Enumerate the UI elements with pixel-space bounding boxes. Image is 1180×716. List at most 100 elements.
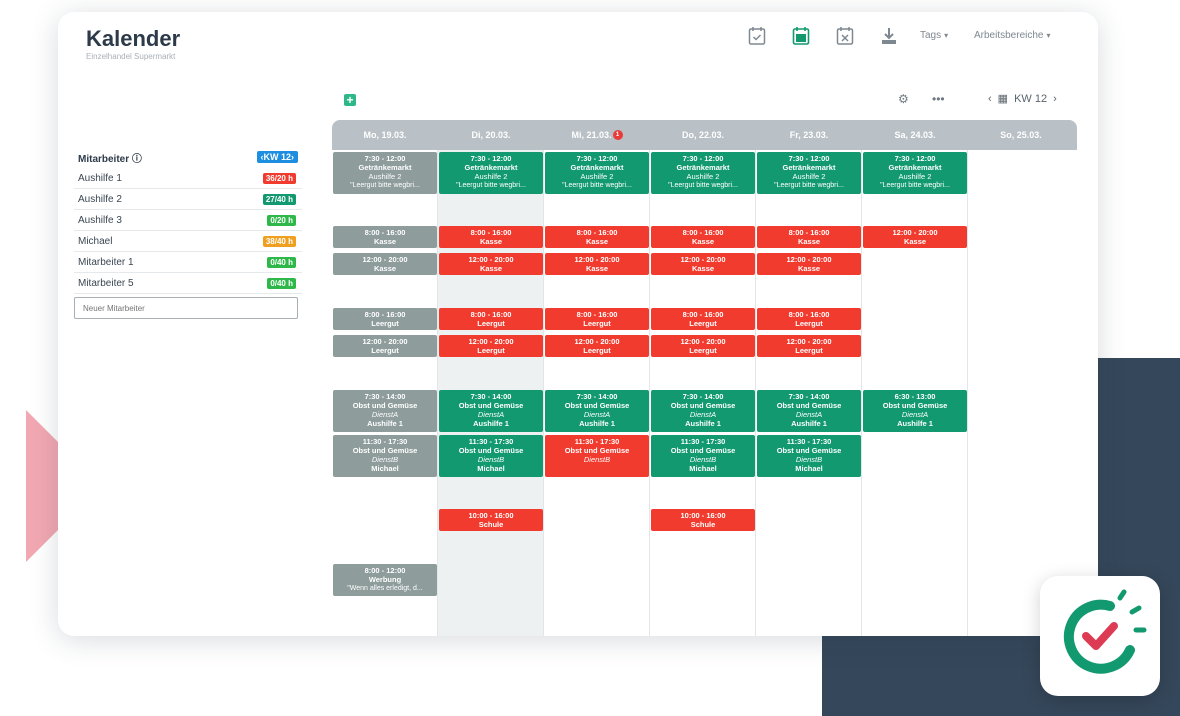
staff-row[interactable]: Mitarbeiter 5 0/40 h [74,273,302,294]
shift-card[interactable]: 7:30 - 12:00 Getränkemarkt Aushilfe 2 "Leer… [863,152,967,194]
shift-card[interactable]: 8:00 - 16:00 Leergut [333,308,437,330]
shift-card[interactable]: 7:30 - 14:00 Obst und Gemüse DienstA Aushil… [651,390,755,432]
hours-badge: 0/40 h [267,277,296,289]
gear-icon[interactable]: ⚙ [898,92,909,106]
top-toolbar [748,26,898,46]
staff-name: Mitarbeiter 5 [78,277,134,289]
day-column-di[interactable]: 7:30 - 12:00 Getränkemarkt Aushilfe 2 "Leer… [438,150,544,636]
calendar-check-icon[interactable] [748,26,766,46]
staff-name: Aushilfe 2 [78,193,122,205]
shift-card[interactable]: 12:00 - 20:00 Leergut [545,335,649,357]
shift-card[interactable]: 12:00 - 20:00 Leergut [651,335,755,357]
hours-badge: 0/40 h [267,256,296,268]
week-label[interactable]: KW 12 [1014,93,1047,105]
shift-card[interactable]: 12:00 - 20:00 Kasse [651,253,755,275]
staff-name: Mitarbeiter 1 [78,256,134,268]
staff-row[interactable]: Aushilfe 2 27/40 h [74,189,302,210]
day-header: Di, 20.03. [471,130,511,140]
shift-card[interactable]: 8:00 - 16:00 Leergut [651,308,755,330]
shift-card[interactable]: 11:30 - 17:30 Obst und Gemüse DienstB [545,435,649,477]
stage: Kalender Einzelhandel Supermarkt Tags ▾ … [0,0,1180,716]
download-icon[interactable] [880,26,898,46]
shift-card[interactable]: 8:00 - 16:00 Kasse [545,226,649,248]
shift-card[interactable]: 10:00 - 16:00 Schule [439,509,543,531]
staff-row[interactable]: Aushilfe 3 0/20 h [74,210,302,231]
hours-badge: 27/40 h [262,193,296,205]
day-column-sa[interactable]: 7:30 - 12:00 Getränkemarkt Aushilfe 2 "Leer… [862,150,968,636]
shift-card[interactable]: 8:00 - 16:00 Leergut [439,308,543,330]
shift-card[interactable]: 11:30 - 17:30 Obst und Gemüse DienstB Micha… [333,435,437,477]
shift-card[interactable]: 8:00 - 16:00 Leergut [757,308,861,330]
staff-name: Michael [78,235,113,247]
app-window: Kalender Einzelhandel Supermarkt Tags ▾ … [58,12,1098,636]
shift-card[interactable]: 12:00 - 20:00 Kasse [333,253,437,275]
calendar-grid-icon[interactable] [792,26,810,46]
shift-card[interactable]: 7:30 - 12:00 Getränkemarkt Aushilfe 2 "Leer… [333,152,437,194]
tags-label: Tags [920,30,942,41]
tags-dropdown[interactable]: Tags ▾ [920,30,948,41]
shift-card[interactable]: 12:00 - 20:00 Leergut [757,335,861,357]
day-header: Mo, 19.03. [363,130,407,140]
hours-badge: 0/20 h [267,214,296,226]
shift-card[interactable]: 7:30 - 12:00 Getränkemarkt Aushilfe 2 "Leer… [439,152,543,194]
shift-card[interactable]: 8:00 - 16:00 Kasse [439,226,543,248]
staff-name: Aushilfe 3 [78,214,122,226]
areas-dropdown[interactable]: Arbeitsbereiche ▾ [974,30,1051,41]
shift-card[interactable]: 7:30 - 12:00 Getränkemarkt Aushilfe 2 "Leer… [545,152,649,194]
shift-card[interactable]: 8:00 - 16:00 Kasse [333,226,437,248]
staff-header: Mitarbeiter ⓘ ‹KW 12› [74,146,302,168]
more-icon[interactable]: ••• [932,92,945,106]
day-column-mo[interactable]: 7:30 - 12:00 Getränkemarkt Aushilfe 2 "Leer… [332,150,438,636]
notification-badge: 1 [612,130,623,140]
shift-card[interactable]: 7:30 - 14:00 Obst und Gemüse DienstA Aushil… [545,390,649,432]
shift-card[interactable]: 12:00 - 20:00 Leergut [439,335,543,357]
shift-card[interactable]: 12:00 - 20:00 Kasse [863,226,967,248]
staff-row[interactable]: Aushilfe 1 36/20 h [74,168,302,189]
shift-card[interactable]: 12:00 - 20:00 Leergut [333,335,437,357]
hours-badge: 36/20 h [262,172,296,184]
staff-name: Aushilfe 1 [78,172,122,184]
day-header: Fr, 23.03. [789,130,829,140]
chevron-down-icon: ▾ [1046,31,1051,40]
staff-list: Mitarbeiter ⓘ ‹KW 12› Aushilfe 1 36/20 h … [74,146,302,319]
staff-row[interactable]: Mitarbeiter 1 0/40 h [74,252,302,273]
shift-card[interactable]: 12:00 - 20:00 Kasse [757,253,861,275]
shift-card[interactable]: 11:30 - 17:30 Obst und Gemüse DienstB Micha… [651,435,755,477]
shift-card[interactable]: 12:00 - 20:00 Kasse [545,253,649,275]
week-navigation: ‹ ▦ KW 12 › [988,92,1057,106]
shift-card[interactable]: 7:30 - 14:00 Obst und Gemüse DienstA Aushil… [757,390,861,432]
day-column-fr[interactable]: 7:30 - 12:00 Getränkemarkt Aushilfe 2 "Leer… [756,150,862,636]
shift-card[interactable]: 8:00 - 16:00 Leergut [545,308,649,330]
shift-card[interactable]: 7:30 - 14:00 Obst und Gemüse DienstA Aushil… [333,390,437,432]
shift-card[interactable]: 7:30 - 12:00 Getränkemarkt Aushilfe 2 "Leer… [651,152,755,194]
shift-card[interactable]: 12:00 - 20:00 Kasse [439,253,543,275]
staff-header-label: Mitarbeiter ⓘ [78,153,142,165]
shift-card[interactable]: 7:30 - 12:00 Getränkemarkt Aushilfe 2 "Leer… [757,152,861,194]
calendar-small-icon: ▦ [997,93,1009,105]
shift-card[interactable]: 11:30 - 17:30 Obst und Gemüse DienstB Micha… [439,435,543,477]
staff-week-badge[interactable]: ‹KW 12› [256,151,298,163]
new-employee-input[interactable] [74,297,298,319]
chevron-right-icon[interactable]: › [1053,93,1057,105]
chevron-down-icon: ▾ [944,31,949,40]
shift-card[interactable]: 11:30 - 17:30 Obst und Gemüse DienstB Micha… [757,435,861,477]
day-column-mi[interactable]: 7:30 - 12:00 Getränkemarkt Aushilfe 2 "Leer… [544,150,650,636]
add-shift-button[interactable]: + [344,94,356,106]
info-icon: ⓘ [131,153,142,165]
chevron-left-icon[interactable]: ‹ [988,93,992,105]
shift-card[interactable]: 7:30 - 14:00 Obst und Gemüse DienstA Aushil… [439,390,543,432]
shift-card[interactable]: 10:00 - 16:00 Schule [651,509,755,531]
day-header: Sa, 24.03. [894,130,936,140]
shift-card[interactable]: 8:00 - 12:00 Werbung "Wenn alles erledigt,… [333,564,437,596]
calendar-remove-icon[interactable] [836,26,854,46]
staff-row[interactable]: Michael 38/40 h [74,231,302,252]
shift-card[interactable]: 6:30 - 13:00 Obst und Gemüse DienstA Aushil… [863,390,967,432]
shift-card[interactable]: 8:00 - 16:00 Kasse [651,226,755,248]
page-title: Kalender [86,26,181,51]
day-column-so[interactable] [968,150,1074,636]
hours-badge: 38/40 h [262,235,296,247]
day-header: Do, 22.03. [681,130,725,140]
day-column-do[interactable]: 7:30 - 12:00 Getränkemarkt Aushilfe 2 "Leer… [650,150,756,636]
shift-card[interactable]: 8:00 - 16:00 Kasse [757,226,861,248]
day-header: Mi, 21.03. 1 [544,130,650,140]
